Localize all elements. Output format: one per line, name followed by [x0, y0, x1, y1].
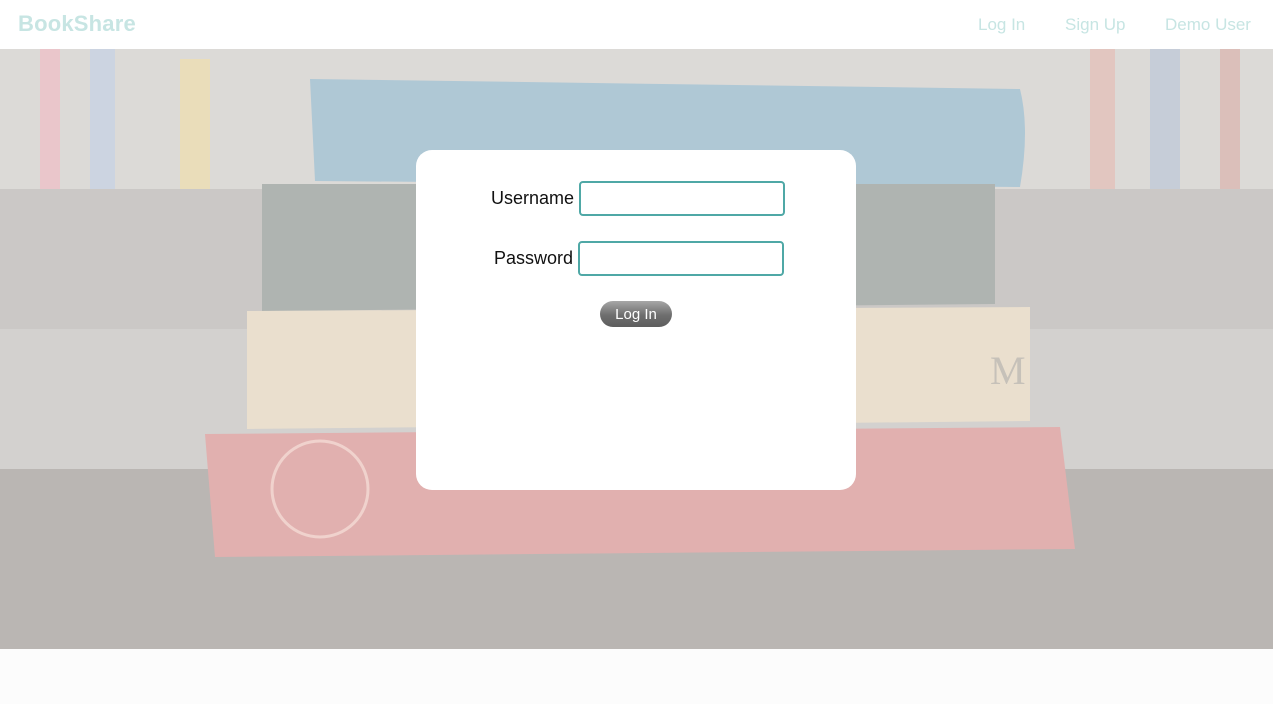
username-row: Username	[491, 181, 786, 216]
nav-login-link[interactable]: Log In	[978, 15, 1025, 35]
nav-signup-link[interactable]: Sign Up	[1065, 15, 1125, 35]
login-submit-button[interactable]: Log In	[600, 301, 672, 327]
nav-demo-user-link[interactable]: Demo User	[1165, 15, 1251, 35]
password-label: Password	[494, 248, 574, 268]
username-input[interactable]	[579, 181, 786, 216]
password-row: Password	[494, 241, 785, 276]
password-input[interactable]	[578, 241, 785, 276]
username-label: Username	[491, 188, 575, 208]
brand-logo[interactable]: BookShare	[18, 11, 136, 37]
login-modal: Username Password Log In	[416, 150, 856, 490]
top-navbar: BookShare Log In Sign Up Demo User	[0, 0, 1273, 49]
